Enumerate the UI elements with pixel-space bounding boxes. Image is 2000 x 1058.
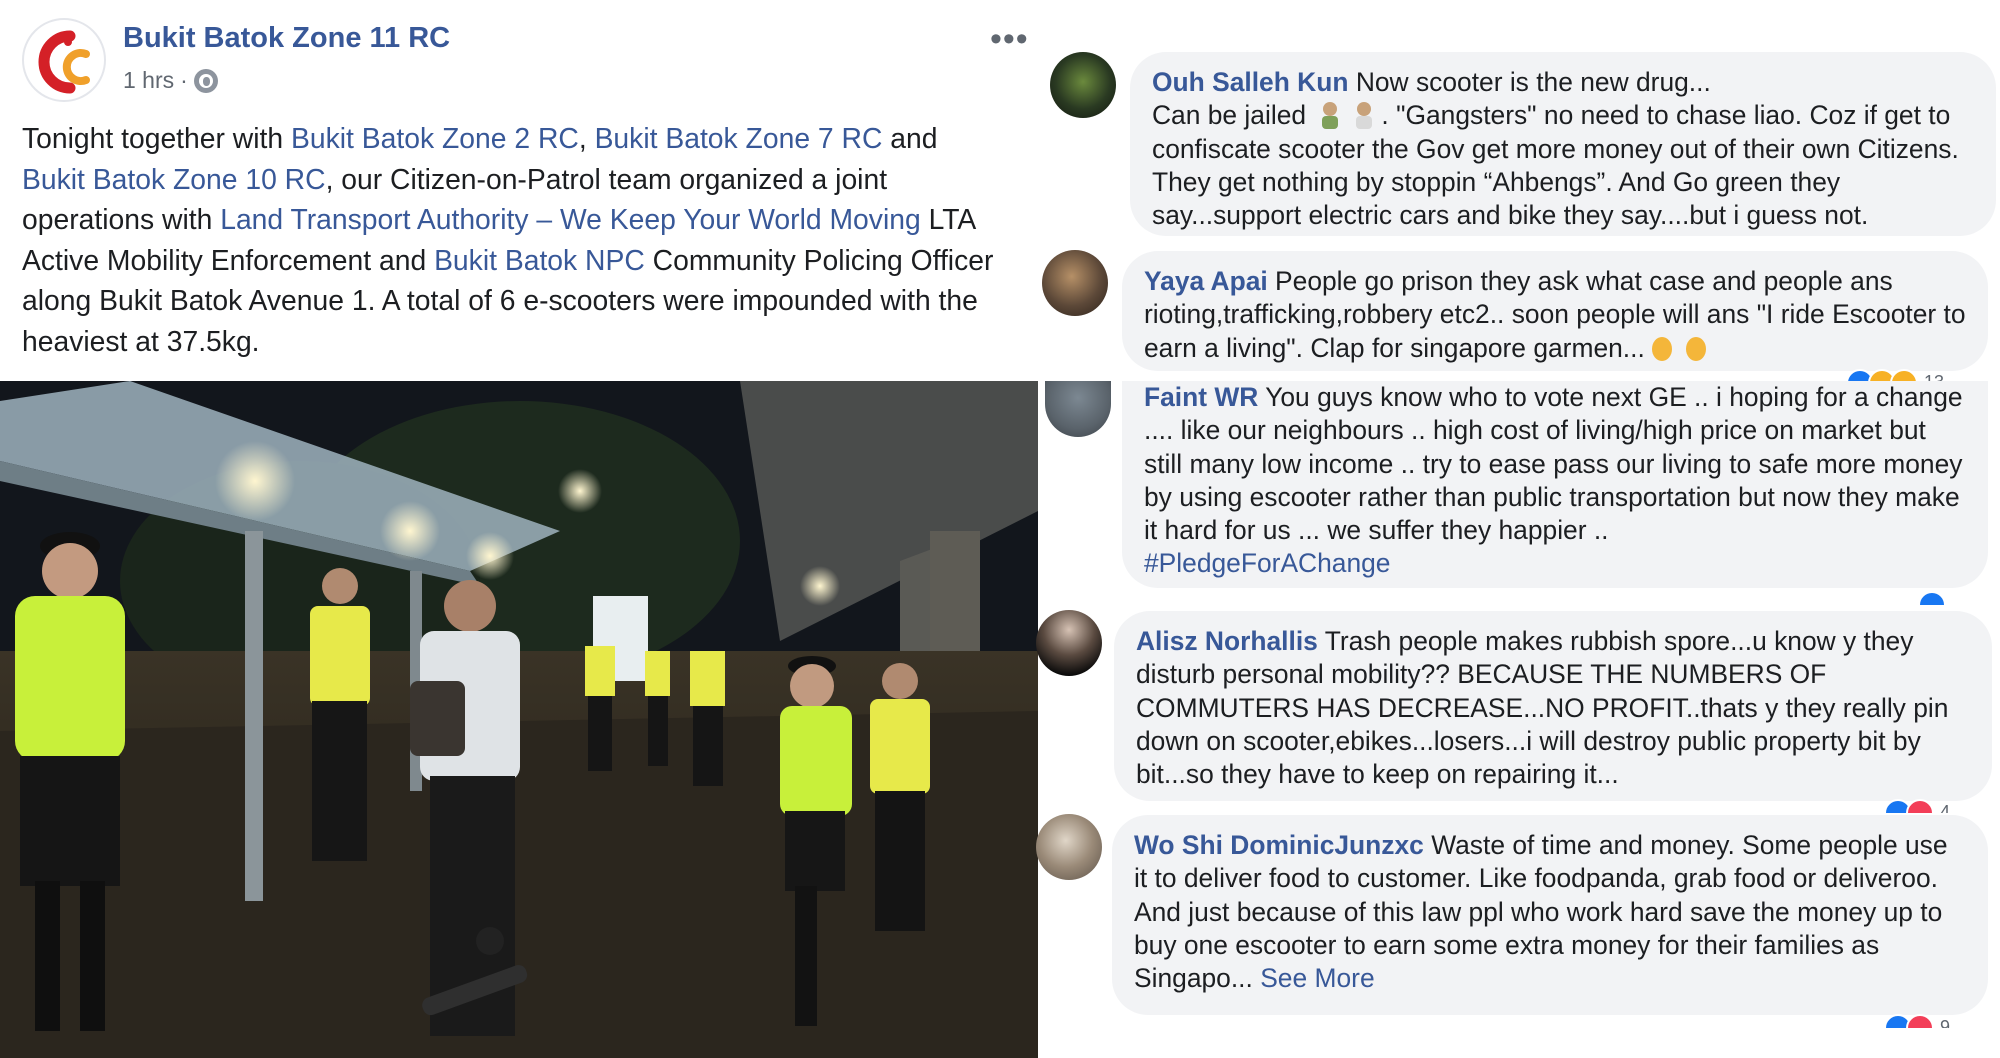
comment-author[interactable]: Ouh Salleh Kun: [1152, 67, 1348, 97]
mention-zone-2[interactable]: Bukit Batok Zone 2 RC: [291, 122, 579, 154]
commenter-avatar[interactable]: [1042, 250, 1108, 316]
comment-bubble: Yaya Apai People go prison they ask what…: [1122, 251, 1988, 371]
post-meta: 1 hrs ·: [123, 67, 218, 94]
comments-section: Ouh Salleh Kun Now scooter is the new dr…: [1036, 0, 2000, 1058]
post-text-part: Tonight together with: [22, 122, 291, 154]
comment-bubble: Ouh Salleh Kun Now scooter is the new dr…: [1130, 52, 1996, 236]
post-text-part: and: [882, 122, 938, 154]
comment: Yaya Apai People go prison they ask what…: [1038, 245, 2000, 385]
commenter-avatar[interactable]: [1036, 610, 1102, 676]
comment-author[interactable]: Alisz Norhallis: [1136, 626, 1318, 656]
like-reaction-icon: [1918, 591, 1946, 605]
love-reaction-icon: [1906, 1014, 1934, 1028]
comment-bubble: Faint WR You guys know who to vote next …: [1122, 381, 1988, 588]
more-options-button[interactable]: •••: [990, 22, 1029, 56]
clap-emoji-icon: [1685, 336, 1706, 361]
reaction-count: 9: [1940, 1017, 1951, 1028]
mention-npc[interactable]: Bukit Batok NPC: [434, 244, 645, 276]
post-text: Tonight together with Bukit Batok Zone 2…: [22, 118, 1022, 361]
hashtag-link[interactable]: #PledgeForAChange: [1144, 548, 1391, 578]
globe-icon: [193, 68, 218, 93]
comment: Faint WR You guys know who to vote next …: [1038, 381, 2000, 605]
meta-separator: ·: [180, 67, 188, 93]
post-text-part: ,: [578, 122, 595, 154]
comment-bubble: Alisz Norhallis Trash people makes rubbi…: [1114, 611, 1992, 801]
comment-author[interactable]: Faint WR: [1144, 382, 1258, 412]
comment-text: You guys know who to vote next GE .. i h…: [1144, 382, 1963, 546]
person-emoji-icon: [1356, 102, 1373, 130]
reaction-summary[interactable]: [1918, 591, 1978, 605]
comment: Ouh Salleh Kun Now scooter is the new dr…: [1038, 0, 2000, 245]
see-more-link[interactable]: See More: [1260, 963, 1374, 993]
comment-text: People go prison they ask what case and …: [1144, 266, 1966, 363]
mention-zone-10[interactable]: Bukit Batok Zone 10 RC: [22, 163, 326, 195]
page-name[interactable]: Bukit Batok Zone 11 RC: [123, 22, 450, 55]
comment-text: Now scooter is the new drug...: [1348, 67, 1711, 97]
person-emoji-icon: [1322, 102, 1339, 130]
rc-logo-icon: [38, 30, 90, 94]
comment-bubble: Wo Shi DominicJunzxc Waste of time and m…: [1112, 815, 1988, 1015]
comment: Alisz Norhallis Trash people makes rubbi…: [1036, 605, 2000, 813]
clap-emoji-icon: [1651, 336, 1672, 361]
commenter-avatar[interactable]: [1045, 381, 1111, 437]
mention-lta[interactable]: Land Transport Authority – We Keep Your …: [220, 203, 921, 235]
facebook-post: Bukit Batok Zone 11 RC 1 hrs · ••• Tonig…: [0, 0, 1040, 1058]
post-time[interactable]: 1 hrs: [123, 67, 174, 94]
comment: Wo Shi DominicJunzxc Waste of time and m…: [1036, 810, 2000, 1030]
reaction-summary[interactable]: 9: [1884, 1014, 1984, 1028]
post-header: Bukit Batok Zone 11 RC 1 hrs · •••: [22, 18, 1028, 108]
comment-author[interactable]: Yaya Apai: [1144, 266, 1268, 296]
commenter-avatar[interactable]: [1050, 52, 1116, 118]
page-avatar[interactable]: [22, 18, 106, 102]
post-photo[interactable]: [0, 381, 1038, 1058]
mention-zone-7[interactable]: Bukit Batok Zone 7 RC: [595, 122, 883, 154]
comment-text: Can be jailed: [1152, 100, 1307, 131]
commenter-avatar[interactable]: [1036, 814, 1102, 880]
night-enforcement-photo: [0, 381, 1038, 1058]
comment-author[interactable]: Wo Shi DominicJunzxc: [1134, 830, 1424, 860]
